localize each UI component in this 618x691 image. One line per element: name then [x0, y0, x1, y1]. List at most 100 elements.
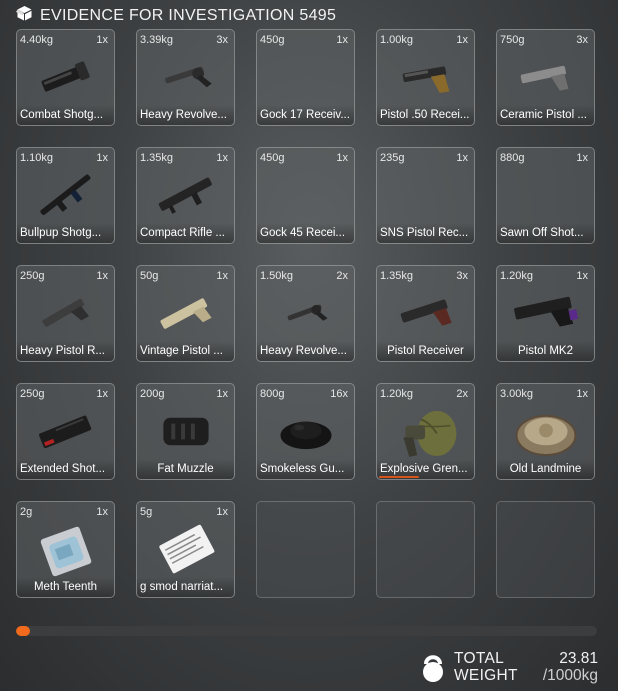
inventory-slot[interactable]: 1.35kg 1x Compact Rifle ...	[136, 147, 235, 244]
item-quantity: 1x	[576, 270, 588, 282]
item-label: Sawn Off Shot...	[497, 223, 594, 243]
gunpowder-icon	[271, 404, 341, 459]
inventory-slot[interactable]: 3.39kg 3x Heavy Revolve...	[136, 29, 235, 126]
item-quantity: 3x	[576, 34, 588, 46]
item-label: Ceramic Pistol ...	[497, 105, 594, 125]
current-weight: 23.81	[559, 650, 598, 667]
item-label: Extended Shot...	[17, 459, 114, 479]
item-weight: 1.10kg	[20, 152, 54, 164]
item-quantity: 2x	[456, 388, 468, 400]
inventory-slot[interactable]: 880g 1x Sawn Off Shot...	[496, 147, 595, 244]
total-weight-value: 23.81 /1000kg	[543, 650, 598, 684]
item-label: Gock 45 Recei...	[257, 223, 354, 243]
item-quantity: 1x	[96, 152, 108, 164]
inventory-slot[interactable]: 800g 16x Smokeless Gu...	[256, 383, 355, 480]
item-weight: 3.39kg	[140, 34, 174, 46]
item-quantity: 1x	[96, 270, 108, 282]
inventory-slot[interactable]: 1.20kg 2x Explosive Gren...	[376, 383, 475, 480]
item-quantity: 1x	[576, 152, 588, 164]
revolver-icon	[151, 50, 221, 105]
item-weight: 50g	[140, 270, 159, 282]
item-quantity: 1x	[96, 34, 108, 46]
item-weight: 800g	[260, 388, 285, 400]
max-weight: /1000kg	[542, 667, 598, 684]
compact-rifle-icon	[151, 168, 221, 223]
item-quantity: 3x	[456, 270, 468, 282]
item-weight: 450g	[260, 152, 285, 164]
item-weight: 5g	[140, 506, 153, 518]
inventory-slot[interactable]: 1.35kg 3x Pistol Receiver	[376, 265, 475, 362]
inventory-slot[interactable]: 5g 1x g smod narriat...	[136, 501, 235, 598]
inventory-slot[interactable]: 450g 1x Gock 45 Recei...	[256, 147, 355, 244]
item-label: g smod narriat...	[137, 577, 234, 597]
item-quantity: 1x	[216, 270, 228, 282]
item-quantity: 1x	[96, 506, 108, 518]
inventory-slot-empty[interactable]	[256, 501, 355, 598]
pistol-gold-icon	[391, 50, 461, 105]
inventory-slot[interactable]: 750g 3x Ceramic Pistol ...	[496, 29, 595, 126]
item-quantity: 2x	[336, 270, 348, 282]
inventory-slot-empty[interactable]	[376, 501, 475, 598]
item-label: Pistol Receiver	[377, 341, 474, 361]
item-quantity: 1x	[216, 388, 228, 400]
item-weight: 450g	[260, 34, 285, 46]
item-weight: 2g	[20, 506, 33, 518]
item-label: Heavy Revolve...	[137, 105, 234, 125]
item-weight: 1.00kg	[380, 34, 414, 46]
item-label: SNS Pistol Rec...	[377, 223, 474, 243]
inventory-slot[interactable]: 1.20kg 1x Pistol MK2	[496, 265, 595, 362]
item-label: Gock 17 Receiv...	[257, 105, 354, 125]
item-label: Smokeless Gu...	[257, 459, 354, 479]
shotgun-receiver-icon	[31, 50, 101, 105]
inventory-slot[interactable]: 250g 1x Extended Shot...	[16, 383, 115, 480]
magazine-icon	[31, 404, 101, 459]
inventory-slot[interactable]: 235g 1x SNS Pistol Rec...	[376, 147, 475, 244]
item-quantity: 1x	[216, 506, 228, 518]
item-weight: 250g	[20, 388, 45, 400]
inventory-slot[interactable]: 450g 1x Gock 17 Receiv...	[256, 29, 355, 126]
item-label: Heavy Pistol R...	[17, 341, 114, 361]
item-quantity: 1x	[456, 34, 468, 46]
item-weight: 1.50kg	[260, 270, 294, 282]
weight-label: WEIGHT	[454, 667, 518, 684]
inventory-slot[interactable]: 1.50kg 2x Heavy Revolve...	[256, 265, 355, 362]
item-weight: 3.00kg	[500, 388, 534, 400]
item-weight: 1.35kg	[380, 270, 414, 282]
item-weight: 235g	[380, 152, 405, 164]
item-quantity: 1x	[96, 388, 108, 400]
ceramic-pistol-icon	[511, 50, 581, 105]
inventory-slot[interactable]: 4.40kg 1x Combat Shotg...	[16, 29, 115, 126]
item-quantity: 1x	[576, 388, 588, 400]
item-label: Bullpup Shotg...	[17, 223, 114, 243]
inventory-slot-empty[interactable]	[496, 501, 595, 598]
grenade-icon	[391, 404, 461, 459]
item-weight: 1.35kg	[140, 152, 174, 164]
item-weight: 4.40kg	[20, 34, 54, 46]
item-quantity: 1x	[336, 152, 348, 164]
inventory-title: EVIDENCE FOR INVESTIGATION 5495	[40, 6, 337, 24]
pistol-mk2-icon	[511, 286, 581, 341]
inventory-slot[interactable]: 2g 1x Meth Teenth	[16, 501, 115, 598]
inventory-slot[interactable]: 50g 1x Vintage Pistol ...	[136, 265, 235, 362]
item-label: Meth Teenth	[17, 577, 114, 597]
paper-note-icon	[151, 522, 221, 577]
item-label: Pistol .50 Recei...	[377, 105, 474, 125]
kettlebell-icon	[420, 652, 446, 682]
total-weight-panel: TOTAL WEIGHT 23.81 /1000kg	[420, 650, 600, 686]
inventory-slot[interactable]: 1.00kg 1x Pistol .50 Recei...	[376, 29, 475, 126]
inventory-slot[interactable]: 250g 1x Heavy Pistol R...	[16, 265, 115, 362]
inventory-slot[interactable]: 200g 1x Fat Muzzle	[136, 383, 235, 480]
inventory-slot[interactable]: 3.00kg 1x Old Landmine	[496, 383, 595, 480]
item-quantity: 1x	[336, 34, 348, 46]
item-quantity: 1x	[456, 152, 468, 164]
item-label: Pistol MK2	[497, 341, 594, 361]
vintage-pistol-icon	[151, 286, 221, 341]
bullpup-shotgun-icon	[31, 168, 101, 223]
item-durability-bar	[379, 476, 419, 478]
item-label: Old Landmine	[497, 459, 594, 479]
landmine-icon	[511, 404, 581, 459]
meth-bag-icon	[31, 522, 101, 577]
inventory-header: EVIDENCE FOR INVESTIGATION 5495	[16, 5, 336, 26]
inventory-slot[interactable]: 1.10kg 1x Bullpup Shotg...	[16, 147, 115, 244]
heavy-pistol-icon	[31, 286, 101, 341]
